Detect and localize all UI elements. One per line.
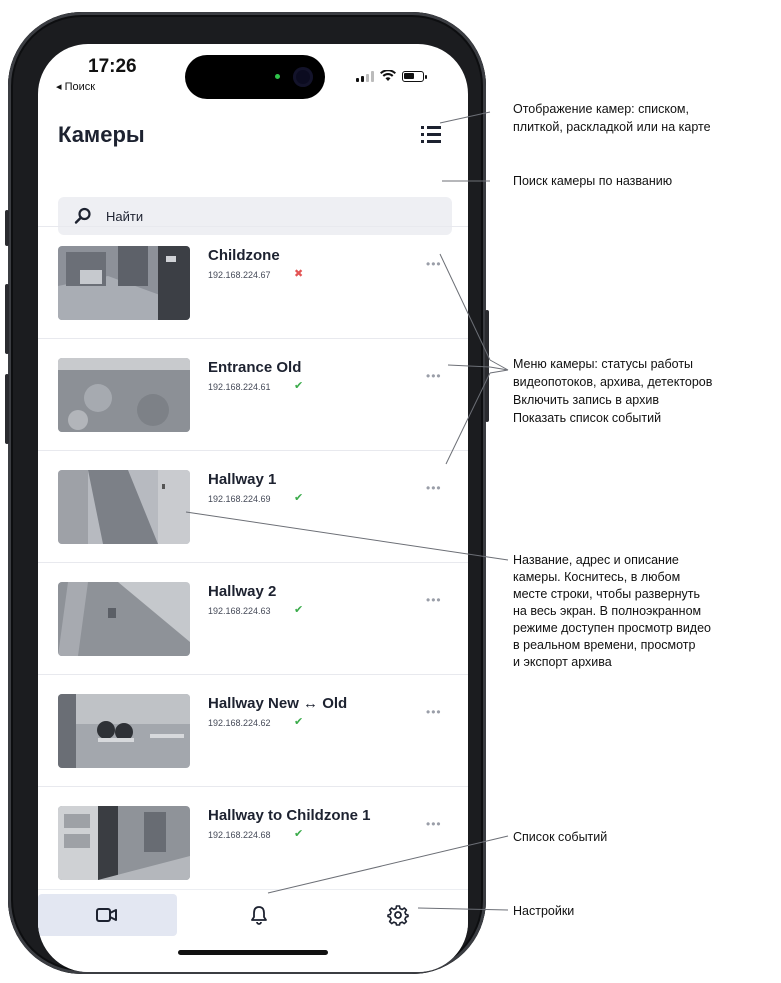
annotation-search: Поиск камеры по названию (513, 174, 673, 188)
annotation-settings: Настройки (513, 904, 575, 918)
annotation-events: Список событий (513, 830, 608, 844)
annotation-camera-menu: Меню камеры: статусы работы видеопотоков… (513, 357, 713, 425)
annotation-lines (185, 111, 509, 911)
annotation-camera-row: Название, адрес и описание камеры. Косни… (513, 553, 711, 669)
annotation-view-mode: Отображение камер: списком, плиткой, рас… (513, 102, 711, 134)
